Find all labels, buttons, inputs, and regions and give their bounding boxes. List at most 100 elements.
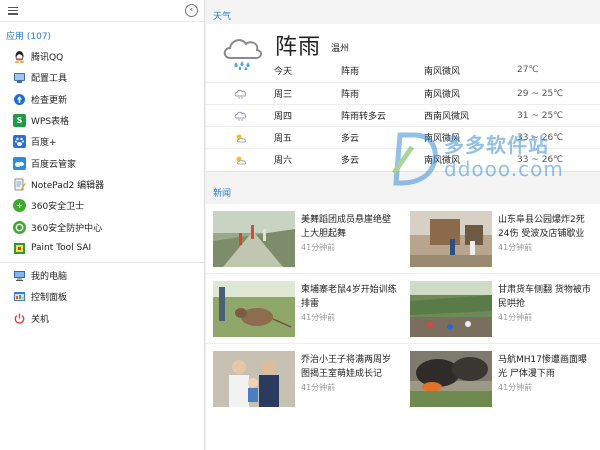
apps-header[interactable]: 应用 (107): [0, 22, 204, 46]
current-condition: 阵雨: [275, 35, 322, 60]
sidebar-top-bar: ‹: [0, 0, 204, 22]
app-label: 百度云管家: [31, 159, 77, 170]
news-time: 41分钟前: [301, 243, 336, 252]
news-thumbnail-truck: [410, 281, 492, 337]
baidu-cloud-icon: [13, 156, 26, 170]
baidu-plus-icon: [13, 135, 26, 149]
rain-cloud-icon: [234, 111, 247, 121]
system-item-computer[interactable]: 我的电脑: [0, 265, 204, 286]
forecast-row: 周三 阵雨 南风微风 29 ~ 25℃: [206, 82, 600, 104]
forecast-condition: 阵雨转多云: [341, 112, 387, 122]
painttool-sai-icon: [13, 241, 26, 255]
app-item-update[interactable]: 检查更新: [0, 89, 204, 110]
main-panel: 天气 阵雨 温州 今天 阵雨 南风微风 27℃ 周三 阵雨 南风微风 29 ~ …: [206, 0, 600, 450]
forecast-row: 周六 多云 南风微风 33 ~ 26℃: [206, 148, 600, 170]
app-label: WPS表格: [31, 117, 70, 128]
news-thumbnail-rat: [213, 281, 295, 337]
system-label: 关机: [31, 314, 50, 325]
app-item-painttool-sai[interactable]: Paint Tool SAI: [0, 238, 204, 259]
system-label: 控制面板: [31, 293, 68, 304]
forecast-wind: 南风微风: [424, 156, 461, 166]
news-title: 马航MH17惨遭画面曝光 尸体漫下雨: [498, 355, 587, 379]
forecast-temp: 33 ~ 26℃: [517, 154, 564, 165]
app-label: 360安全防护中心: [31, 223, 103, 234]
app-label: NotePad2 编辑器: [31, 180, 105, 191]
news-time: 41分钟前: [498, 313, 533, 322]
forecast-day: 周六: [274, 156, 293, 166]
rain-cloud-icon: [234, 89, 247, 99]
forecast-temp: 31 ~ 25℃: [517, 110, 564, 121]
news-time: 41分钟前: [301, 313, 336, 322]
forecast-row: 今天 阵雨 南风微风 27℃: [206, 59, 600, 81]
news-card: 美舞蹈团成员悬崖绝壁上大胆起舞 41分钟前 山东阜县公园爆炸2死24伤 受波及店…: [206, 204, 600, 450]
hamburger-menu-icon[interactable]: [8, 6, 18, 15]
news-thumbnail-explosion: [410, 211, 492, 267]
power-icon: [13, 311, 26, 325]
news-thumbnail-crash-site: [410, 351, 492, 407]
notepad2-icon: [13, 177, 26, 191]
city-name: 温州: [331, 44, 350, 54]
app-item-notepad2[interactable]: NotePad2 编辑器: [0, 174, 204, 195]
news-item[interactable]: 柬埔寨老鼠4岁开始训练排雷 41分钟前: [206, 276, 402, 342]
system-item-shutdown[interactable]: 关机: [0, 308, 204, 329]
collapse-left-icon[interactable]: ‹: [185, 4, 198, 17]
news-item[interactable]: 马航MH17惨遭画面曝光 尸体漫下雨 41分钟前: [403, 346, 599, 412]
sidebar-divider: [0, 261, 204, 263]
app-label: 检查更新: [31, 95, 68, 106]
news-time: 41分钟前: [498, 383, 533, 392]
app-list: 腾讯QQ 配置工具 检查更新 S WPS表格 百度+ 百度云管家 NotePad…: [0, 46, 204, 259]
partly-cloudy-icon: [236, 133, 247, 142]
app-item-wps-sheet[interactable]: S WPS表格: [0, 110, 204, 131]
partly-cloudy-icon: [236, 155, 247, 164]
control-panel-icon: [13, 290, 26, 304]
forecast-row: 周五 多云 南风微风 33 ~ 26℃: [206, 126, 600, 148]
forecast-condition: 多云: [341, 156, 360, 166]
weather-card[interactable]: 阵雨 温州 今天 阵雨 南风微风 27℃ 周三 阵雨 南风微风 29 ~ 25℃…: [206, 24, 600, 172]
app-item-qq[interactable]: 腾讯QQ: [0, 46, 204, 67]
forecast-day: 今天: [274, 66, 293, 77]
forecast-condition: 阵雨: [341, 66, 360, 77]
start-sidebar: ‹ 应用 (107) 腾讯QQ 配置工具 检查更新 S WPS表格 百度+ 百度…: [0, 0, 205, 450]
news-item[interactable]: 美舞蹈团成员悬崖绝壁上大胆起舞 41分钟前: [206, 206, 402, 272]
computer-icon: [13, 269, 26, 283]
app-label: 360安全卫士: [31, 202, 85, 213]
news-time: 41分钟前: [498, 243, 533, 252]
news-item[interactable]: 乔治小王子将满两周岁 图揭王室萌娃成长记 41分钟前: [206, 346, 402, 412]
forecast-wind: 南风微风: [424, 66, 461, 77]
forecast-day: 周五: [274, 134, 293, 144]
weather-section-label[interactable]: 天气: [213, 9, 231, 22]
forecast-temp: 33 ~ 26℃: [517, 132, 564, 143]
qq-icon: [13, 50, 26, 64]
system-item-control-panel[interactable]: 控制面板: [0, 286, 204, 307]
forecast-temp: 29 ~ 25℃: [517, 88, 564, 99]
news-item[interactable]: 山东阜县公园爆炸2死24伤 受波及店铺歇业 41分钟前: [403, 206, 599, 272]
news-title: 甘肃货车侧翻 货物被市民哄抢: [498, 285, 591, 309]
wps-sheet-icon: S: [13, 114, 26, 128]
app-item-360-guard[interactable]: + 360安全卫士: [0, 195, 204, 216]
360-guard-icon: +: [13, 199, 26, 213]
news-title: 山东阜县公园爆炸2死24伤 受波及店铺歇业: [498, 215, 585, 239]
app-label: 腾讯QQ: [31, 53, 64, 64]
forecast-wind: 南风微风: [424, 90, 461, 100]
forecast-wind: 南风微风: [424, 134, 461, 144]
360-protect-icon: [13, 220, 26, 234]
news-row-divider: [206, 273, 600, 274]
forecast-condition: 多云: [341, 134, 360, 144]
app-label: 百度+: [31, 138, 57, 149]
news-item[interactable]: 甘肃货车侧翻 货物被市民哄抢 41分钟前: [403, 276, 599, 342]
forecast-day: 周四: [274, 112, 293, 122]
forecast-condition: 阵雨: [341, 90, 360, 100]
news-section-label[interactable]: 新闻: [213, 186, 231, 199]
news-title: 美舞蹈团成员悬崖绝壁上大胆起舞: [301, 215, 392, 239]
app-item-baidu-cloud[interactable]: 百度云管家: [0, 152, 204, 173]
app-label: 配置工具: [31, 74, 68, 85]
update-icon: [13, 92, 26, 106]
system-label: 我的电脑: [31, 272, 68, 283]
app-label: Paint Tool SAI: [31, 243, 92, 254]
app-item-360-protect[interactable]: 360安全防护中心: [0, 216, 204, 237]
forecast-temp: 27℃: [517, 65, 539, 75]
app-item-baidu-plus[interactable]: 百度+: [0, 131, 204, 152]
system-list: 我的电脑 控制面板 关机: [0, 265, 204, 329]
app-item-config-tool[interactable]: 配置工具: [0, 67, 204, 88]
news-time: 41分钟前: [301, 383, 336, 392]
